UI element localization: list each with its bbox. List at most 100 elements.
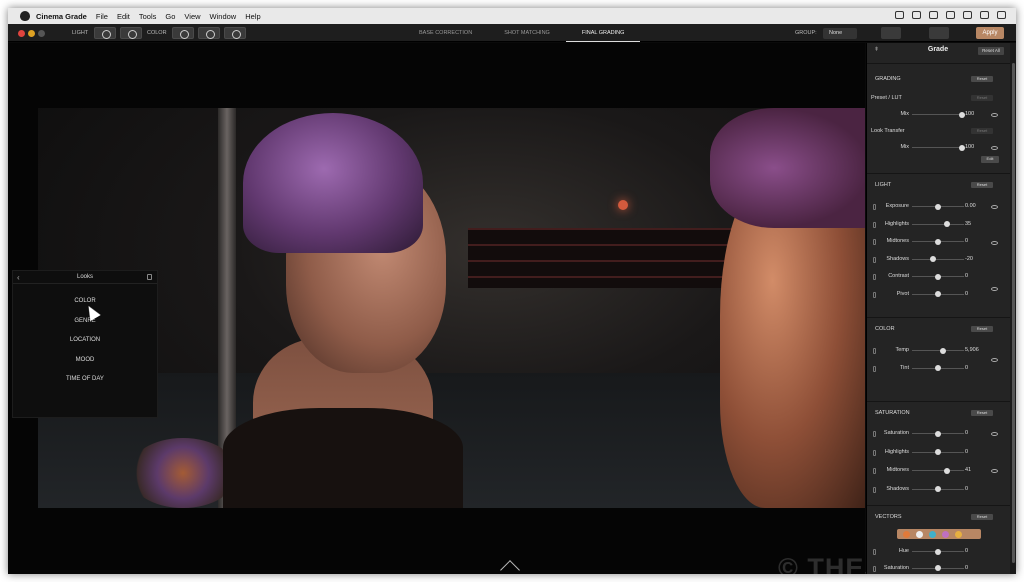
close-window-icon[interactable]: [18, 30, 25, 37]
menu-help[interactable]: Help: [245, 12, 260, 21]
looks-item-location[interactable]: LOCATION: [13, 337, 157, 357]
preset-lut-label[interactable]: Preset / LUT: [871, 95, 931, 101]
edit-button[interactable]: Edit: [981, 156, 999, 163]
light-exposure-knob[interactable]: [935, 203, 941, 210]
preset-mix-knob[interactable]: [958, 111, 965, 118]
light-midtones-slider[interactable]: [912, 238, 964, 245]
user-icon[interactable]: [980, 11, 989, 19]
light-contrast-knob[interactable]: [935, 273, 941, 280]
screen-icon[interactable]: [895, 11, 904, 19]
image-viewer[interactable]: © THESOFTWARE ‹ Looks COLOR GENRE LOCATI…: [8, 43, 1016, 574]
vector-swatch-1[interactable]: [903, 530, 910, 538]
vectors-hue-knob[interactable]: [935, 548, 941, 555]
look-transfer-label[interactable]: Look Transfer: [871, 128, 931, 134]
eye-icon[interactable]: [991, 241, 998, 245]
creative-cloud-icon[interactable]: [912, 11, 921, 19]
eye-icon[interactable]: [991, 287, 998, 291]
search-button[interactable]: [881, 27, 901, 39]
eye-icon[interactable]: [991, 469, 998, 473]
vector-swatch-2[interactable]: [916, 530, 923, 538]
color-temp-knob[interactable]: [940, 347, 947, 354]
light-shadows-knob[interactable]: [929, 256, 936, 262]
color-tint-knob[interactable]: [935, 365, 941, 371]
airplay-icon[interactable]: [946, 11, 955, 19]
looks-item-mood[interactable]: MOOD: [13, 357, 157, 377]
apple-icon[interactable]: [20, 11, 30, 21]
light-compare-button[interactable]: [120, 27, 142, 39]
light-tool-button[interactable]: [94, 27, 116, 39]
saturation-highlights-knob[interactable]: [935, 449, 941, 455]
menu-go[interactable]: Go: [165, 12, 175, 21]
tab-final-grading[interactable]: FINAL GRADING: [565, 24, 641, 42]
eye-icon[interactable]: [991, 432, 998, 436]
saturation-saturation-slider[interactable]: [912, 430, 964, 437]
group-select[interactable]: None: [823, 28, 857, 39]
look-transfer-mix-knob[interactable]: [958, 144, 965, 151]
light-midtones-knob[interactable]: [935, 238, 941, 245]
looks-item-time-of-day[interactable]: TIME OF DAY: [13, 376, 157, 396]
list-icon[interactable]: [997, 11, 1006, 19]
apply-button[interactable]: Apply: [976, 27, 1004, 39]
menu-file[interactable]: File: [96, 12, 108, 21]
light-highlights-slider[interactable]: [912, 221, 964, 227]
tab-base-correction[interactable]: BASE CORRECTION: [403, 24, 488, 42]
vectors-hue-slider[interactable]: [912, 548, 964, 555]
eye-icon[interactable]: [991, 113, 998, 117]
color-reset-button[interactable]: Reset: [971, 326, 993, 332]
vectors-reset-button[interactable]: Reset: [971, 514, 993, 520]
visibility-toggle-button[interactable]: [929, 27, 949, 39]
eye-icon[interactable]: [991, 358, 998, 362]
light-pivot-slider[interactable]: [912, 291, 964, 297]
vector-swatch-4[interactable]: [942, 530, 949, 538]
light-reset-button[interactable]: Reset: [971, 182, 993, 188]
light-shadows-slider[interactable]: [912, 256, 964, 262]
vector-swatch-5[interactable]: [955, 530, 962, 538]
grading-reset-button[interactable]: Reset: [971, 76, 993, 82]
saturation-highlights-slider[interactable]: [912, 449, 964, 455]
reset-all-button[interactable]: Reset All: [978, 47, 1004, 55]
menu-edit[interactable]: Edit: [117, 12, 130, 21]
saturation-reset-button[interactable]: Reset: [971, 410, 993, 416]
saturation-saturation-knob[interactable]: [935, 430, 941, 437]
saturation-midtones-slider[interactable]: [912, 467, 964, 474]
color-tint-slider[interactable]: [912, 365, 964, 371]
vector-swatch-3[interactable]: [929, 530, 936, 538]
light-exposure-slider[interactable]: [912, 203, 964, 210]
look-transfer-mix-slider[interactable]: [912, 144, 965, 151]
light-highlights-knob[interactable]: [944, 221, 951, 227]
saturation-midtones-knob[interactable]: [944, 467, 951, 474]
vectors-saturation-label: Saturation: [883, 564, 909, 571]
color-section: COLOR Reset Temp 5,906 Tint 0: [867, 317, 1010, 401]
saturation-shadows-knob[interactable]: [935, 486, 941, 492]
vectors-saturation-slider[interactable]: [912, 565, 964, 571]
menu-window[interactable]: Window: [210, 12, 237, 21]
light-contrast-slider[interactable]: [912, 273, 964, 280]
tab-shot-matching[interactable]: SHOT MATCHING: [488, 24, 566, 42]
menu-view[interactable]: View: [184, 12, 200, 21]
light-midtones-value: 0: [965, 238, 969, 244]
zoom-window-icon[interactable]: [38, 30, 45, 37]
filter-icon[interactable]: [147, 274, 152, 280]
chevron-up-icon[interactable]: [500, 560, 520, 574]
eye-icon[interactable]: [991, 205, 998, 209]
preset-mix-slider[interactable]: [912, 111, 965, 118]
cloud-icon[interactable]: [929, 11, 938, 19]
saturation-shadows-slider[interactable]: [912, 486, 964, 492]
back-arrow-icon[interactable]: ‹: [17, 273, 20, 282]
looks-item-genre[interactable]: GENRE: [13, 318, 157, 338]
color-wheel-button[interactable]: [198, 27, 220, 39]
vectors-saturation-knob[interactable]: [935, 565, 941, 571]
color-tool-button[interactable]: [172, 27, 194, 39]
scrollbar-thumb[interactable]: [1012, 63, 1015, 563]
preset-reset-button[interactable]: Reset: [971, 95, 993, 101]
color-temp-slider[interactable]: [912, 347, 964, 354]
wifi-icon[interactable]: [963, 11, 972, 19]
menu-tools[interactable]: Tools: [139, 12, 157, 21]
menu-app-name[interactable]: Cinema Grade: [36, 12, 87, 21]
light-pivot-knob[interactable]: [935, 291, 941, 297]
look-transfer-reset-button[interactable]: Reset: [971, 128, 993, 134]
minimize-window-icon[interactable]: [28, 30, 35, 37]
color-title: COLOR: [875, 326, 895, 332]
eye-icon[interactable]: [991, 146, 998, 150]
scopes-button[interactable]: [224, 27, 246, 39]
